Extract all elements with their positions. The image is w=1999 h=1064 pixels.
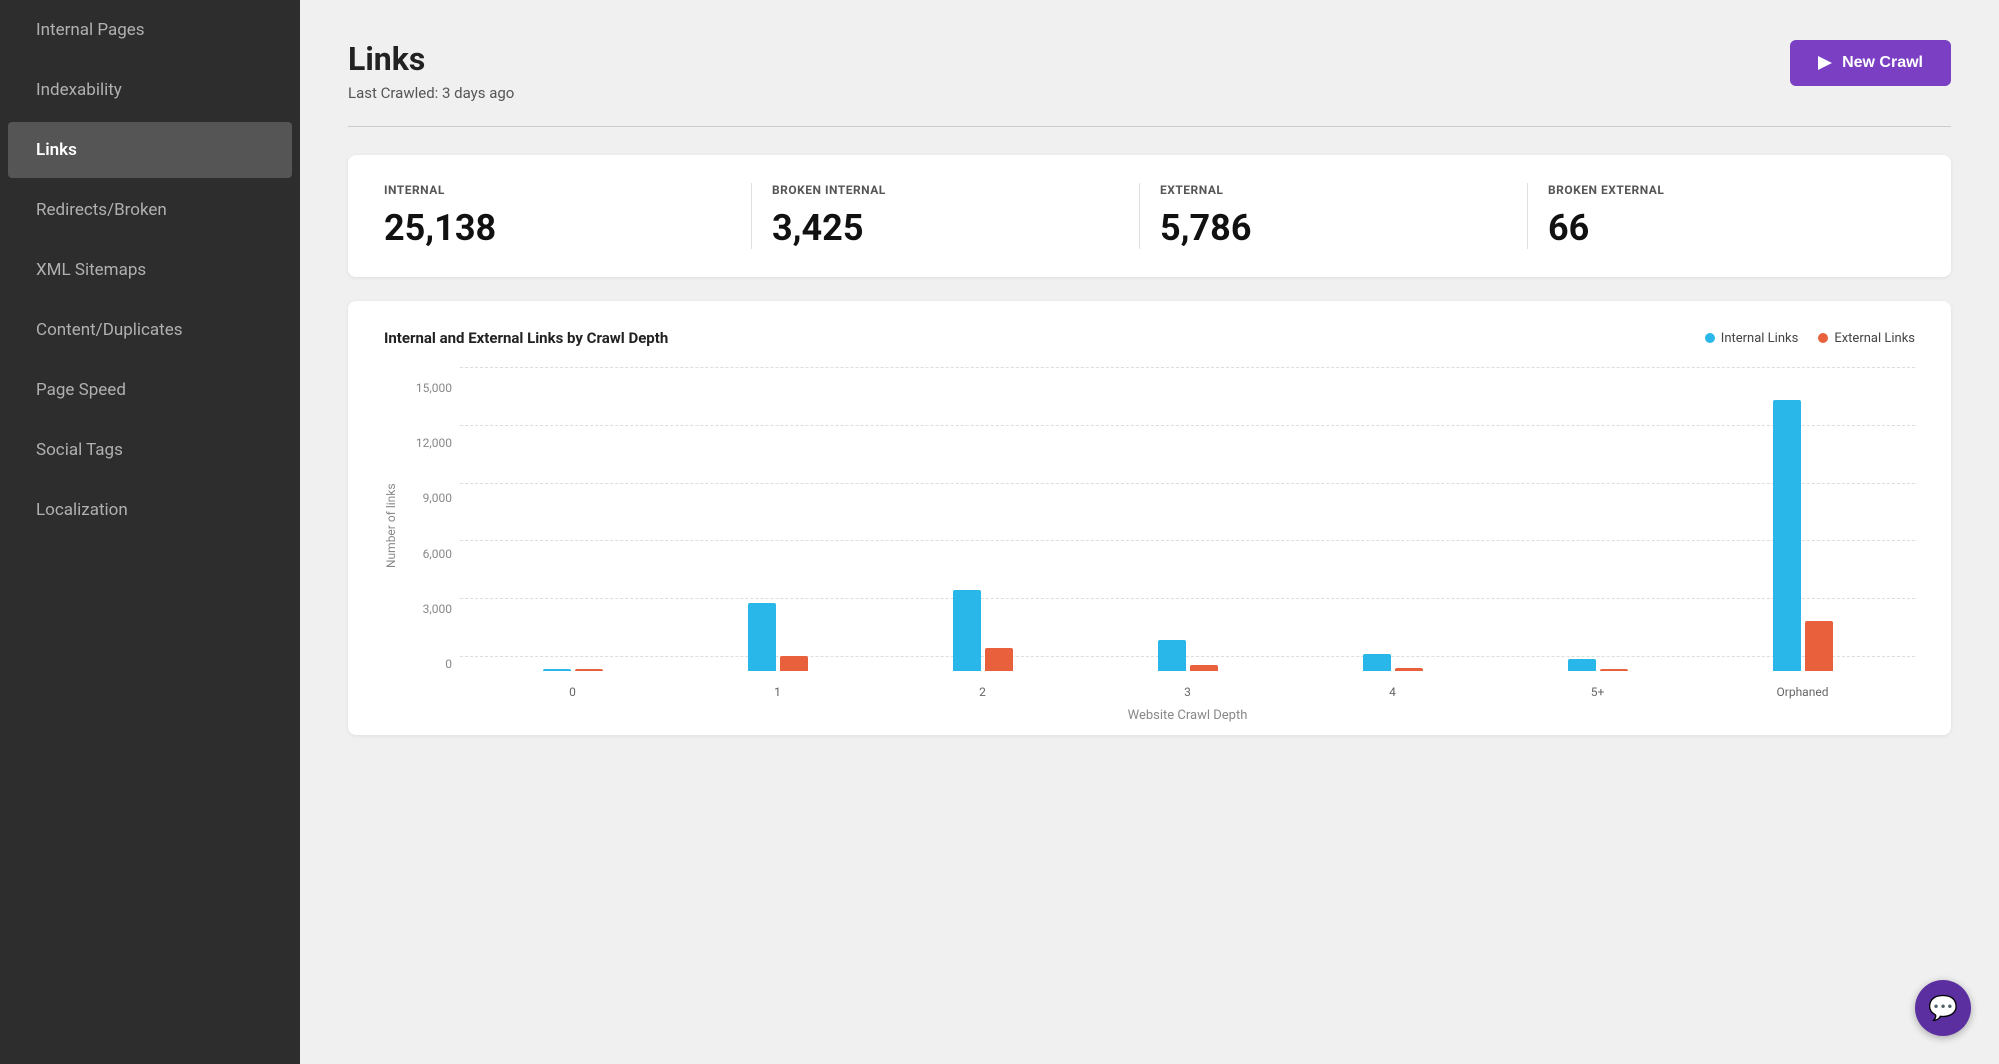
x-label: 0: [543, 685, 603, 699]
y-label: 0: [445, 657, 452, 671]
chart-container: Number of links 03,0006,0009,00012,00015…: [384, 367, 1915, 707]
chart-legend: Internal Links External Links: [1705, 331, 1915, 346]
bar-external: [575, 669, 603, 671]
x-axis-title: Website Crawl Depth: [460, 708, 1915, 723]
bar-group: [1773, 400, 1833, 671]
legend-label-external-links: External Links: [1834, 331, 1915, 346]
y-label: 3,000: [423, 602, 452, 616]
sidebar: Internal PagesIndexabilityLinksRedirects…: [0, 0, 300, 1064]
chart-area: 012345+Orphaned Website Crawl Depth: [460, 367, 1915, 707]
sidebar-item-links[interactable]: Links: [8, 122, 292, 178]
stat-value-broken-external: 66: [1548, 207, 1895, 249]
chart-card: Internal and External Links by Crawl Dep…: [348, 301, 1951, 735]
bar-group: [953, 590, 1013, 671]
stat-external: EXTERNAL 5,786: [1140, 183, 1528, 249]
stat-label-external: EXTERNAL: [1160, 183, 1507, 197]
new-crawl-button[interactable]: New Crawl: [1790, 40, 1951, 86]
page-header: Links Last Crawled: 3 days ago New Crawl: [348, 40, 1951, 102]
bar-group: [1363, 654, 1423, 671]
legend-label-internal-links: Internal Links: [1721, 331, 1799, 346]
y-axis-title: Number of links: [384, 381, 398, 671]
chart-title: Internal and External Links by Crawl Dep…: [384, 329, 668, 347]
bar-internal: [543, 669, 571, 671]
y-axis: 0 3,000 6,000 9,000 12,000 15,000: [402, 381, 452, 671]
last-crawled-label: Last Crawled: 3 days ago: [348, 84, 514, 102]
bar-external: [985, 648, 1013, 671]
bar-internal: [1568, 659, 1596, 671]
y-label: 15,000: [416, 381, 452, 395]
y-label: 12,000: [416, 436, 452, 450]
sidebar-item-content-duplicates[interactable]: Content/Duplicates: [8, 302, 292, 358]
x-label: 4: [1363, 685, 1423, 699]
x-label: 3: [1158, 685, 1218, 699]
legend-external-links: External Links: [1818, 331, 1915, 346]
main-content: Links Last Crawled: 3 days ago New Crawl…: [300, 0, 1999, 1064]
stat-internal: INTERNAL 25,138: [384, 183, 752, 249]
bar-external: [780, 656, 808, 671]
bar-internal: [1363, 654, 1391, 671]
bar-external: [1600, 669, 1628, 671]
bar-internal: [1158, 640, 1186, 671]
x-label: 1: [748, 685, 808, 699]
bar-internal: [748, 603, 776, 671]
chat-icon: 💬: [1928, 994, 1958, 1022]
sidebar-item-xml-sitemaps[interactable]: XML Sitemaps: [8, 242, 292, 298]
sidebar-item-internal-pages[interactable]: Internal Pages: [8, 2, 292, 58]
x-axis-labels: 0 1 2 3 4 5+ Orphaned: [460, 685, 1915, 699]
legend-internal-links: Internal Links: [1705, 331, 1799, 346]
stat-broken-external: BROKEN EXTERNAL 66: [1528, 183, 1915, 249]
stat-label-internal: INTERNAL: [384, 183, 731, 197]
x-label: 2: [953, 685, 1013, 699]
x-label: Orphaned: [1773, 685, 1833, 699]
sidebar-item-redirects-broken[interactable]: Redirects/Broken: [8, 182, 292, 238]
stat-label-broken-internal: BROKEN INTERNAL: [772, 183, 1119, 197]
sidebar-item-social-tags[interactable]: Social Tags: [8, 422, 292, 478]
bar-internal: [953, 590, 981, 671]
bar-external: [1190, 665, 1218, 671]
play-icon: [1818, 56, 1832, 70]
stat-value-internal: 25,138: [384, 207, 731, 249]
page-title: Links: [348, 40, 514, 78]
bar-group: [1158, 640, 1218, 671]
bar-internal: [1773, 400, 1801, 671]
stat-broken-internal: BROKEN INTERNAL 3,425: [752, 183, 1140, 249]
stat-value-broken-internal: 3,425: [772, 207, 1119, 249]
x-label: 5+: [1568, 685, 1628, 699]
grid-line: [460, 367, 1915, 368]
bar-group: [1568, 659, 1628, 671]
bar-group: [543, 669, 603, 671]
sidebar-item-indexability[interactable]: Indexability: [8, 62, 292, 118]
sidebar-item-localization[interactable]: Localization: [8, 482, 292, 538]
chart-header: Internal and External Links by Crawl Dep…: [384, 329, 1915, 347]
bar-group: [748, 603, 808, 671]
stats-card: INTERNAL 25,138 BROKEN INTERNAL 3,425 EX…: [348, 155, 1951, 277]
y-label: 6,000: [423, 547, 452, 561]
stat-label-broken-external: BROKEN EXTERNAL: [1548, 183, 1895, 197]
stat-value-external: 5,786: [1160, 207, 1507, 249]
legend-dot-external-links: [1818, 333, 1828, 343]
header-divider: [348, 126, 1951, 127]
bar-external: [1395, 668, 1423, 671]
chat-button[interactable]: 💬: [1915, 980, 1971, 1036]
bar-external: [1805, 621, 1833, 671]
title-block: Links Last Crawled: 3 days ago: [348, 40, 514, 102]
bars-row: [460, 381, 1915, 671]
new-crawl-label: New Crawl: [1842, 54, 1923, 72]
y-label: 9,000: [423, 491, 452, 505]
legend-dot-internal-links: [1705, 333, 1715, 343]
sidebar-item-page-speed[interactable]: Page Speed: [8, 362, 292, 418]
